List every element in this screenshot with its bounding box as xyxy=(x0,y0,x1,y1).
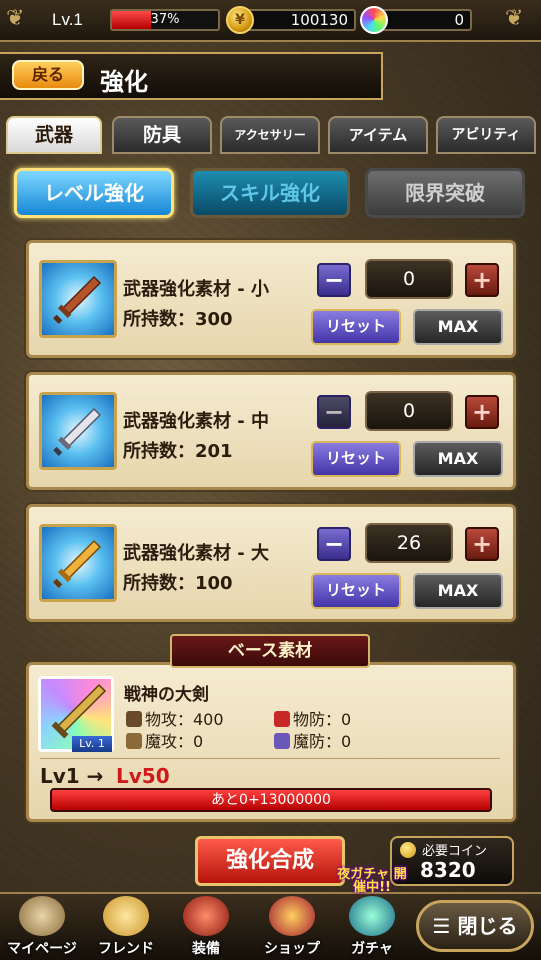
tab-item[interactable]: アイテム xyxy=(328,116,428,154)
large-material-thumb xyxy=(39,524,117,602)
material-card-medium: 武器強化素材 - 中 所持数：201 − 0 + リセット MAX xyxy=(26,372,516,490)
max-button[interactable]: MAX xyxy=(413,309,503,345)
quantity-field[interactable]: 0 xyxy=(365,259,453,299)
material-name: 武器強化素材 - 中 xyxy=(123,411,270,432)
small-material-thumb xyxy=(39,260,117,338)
ornament-icon: ❦ xyxy=(6,6,25,31)
tab-armor[interactable]: 防具 xyxy=(112,116,212,154)
stat-physical-attack: 物攻：400 xyxy=(126,706,224,730)
player-level: Lv.1 xyxy=(52,10,83,29)
material-owned: 所持数：300 xyxy=(123,309,233,330)
exp-percent: 37% xyxy=(150,12,180,27)
material-card-large: 武器強化素材 - 大 所持数：100 − 26 + リセット MAX xyxy=(26,504,516,622)
base-material-header: ベース素材 xyxy=(170,634,370,668)
decrease-button[interactable]: − xyxy=(317,395,351,429)
quantity-field[interactable]: 26 xyxy=(365,523,453,563)
material-owned: 所持数：201 xyxy=(123,441,233,462)
stat-magic-attack: 魔攻：0 xyxy=(126,728,203,752)
back-button[interactable]: 戻る xyxy=(12,60,84,90)
required-coins-label: 必要コイン xyxy=(422,844,488,859)
nav-gacha[interactable]: ガチャ xyxy=(332,896,412,960)
stat-magic-defense: 魔防：0 xyxy=(274,728,351,752)
material-owned: 所持数：100 xyxy=(123,573,233,594)
tab-weapon[interactable]: 武器 xyxy=(6,116,102,154)
page-title: 強化 xyxy=(100,68,148,96)
enhance-synthesis-button[interactable]: 強化合成 xyxy=(195,836,345,886)
quantity-field[interactable]: 0 xyxy=(365,391,453,431)
sword-icon xyxy=(53,539,102,588)
thumb-level-badge: Lv. 1 xyxy=(72,736,112,752)
divider xyxy=(40,758,500,759)
reset-button[interactable]: リセット xyxy=(311,441,401,477)
required-coins-value: 8320 xyxy=(420,858,476,882)
base-item-name: 戦神の大剣 xyxy=(124,685,209,705)
increase-button[interactable]: + xyxy=(465,527,499,561)
shop-chest-icon xyxy=(269,896,315,936)
equipment-icon xyxy=(183,896,229,936)
nav-mypage[interactable]: マイページ xyxy=(2,896,82,960)
gacha-orb-icon xyxy=(349,896,395,936)
max-button[interactable]: MAX xyxy=(413,573,503,609)
nav-friend[interactable]: フレンド xyxy=(86,896,166,960)
max-button[interactable]: MAX xyxy=(413,441,503,477)
material-name: 武器強化素材 - 小 xyxy=(123,279,270,300)
level-to: Lv50 xyxy=(116,764,170,788)
level-enhance-button[interactable]: レベル強化 xyxy=(14,168,174,218)
shield-icon xyxy=(274,711,290,727)
limit-break-button[interactable]: 限界突破 xyxy=(365,168,525,218)
decrease-button[interactable]: − xyxy=(317,263,351,297)
rainbow-gem-icon xyxy=(360,6,388,34)
sword-icon xyxy=(126,711,142,727)
nav-shop[interactable]: ショップ xyxy=(252,896,332,960)
decrease-button[interactable]: − xyxy=(317,527,351,561)
gacha-event-badge: 夜ガチャ 開催中!! xyxy=(337,867,407,895)
scroll-icon xyxy=(19,896,65,936)
exp-bar: 37% xyxy=(110,9,220,31)
sword-icon xyxy=(53,407,102,456)
reset-button[interactable]: リセット xyxy=(311,309,401,345)
tab-ability[interactable]: アビリティ xyxy=(436,116,536,154)
nav-equipment[interactable]: 装備 xyxy=(166,896,246,960)
staff-icon xyxy=(126,733,142,749)
coin-icon: ¥ xyxy=(226,6,254,34)
stat-physical-defense: 物防：0 xyxy=(274,706,351,730)
remaining-exp-bar: あと0+13000000 xyxy=(50,788,492,812)
sword-icon xyxy=(53,275,102,324)
increase-button[interactable]: + xyxy=(465,395,499,429)
medium-material-thumb xyxy=(39,392,117,470)
material-card-small: 武器強化素材 - 小 所持数：300 − 0 + リセット MAX xyxy=(26,240,516,358)
skill-enhance-button[interactable]: スキル強化 xyxy=(190,168,350,218)
tab-accessory[interactable]: アクセサリー xyxy=(220,116,320,154)
material-name: 武器強化素材 - 大 xyxy=(123,543,270,564)
increase-button[interactable]: + xyxy=(465,263,499,297)
magic-shield-icon xyxy=(274,733,290,749)
reset-button[interactable]: リセット xyxy=(311,573,401,609)
ornament-icon: ❦ xyxy=(505,6,524,31)
coin-counter: 100130 xyxy=(238,9,356,31)
friends-icon xyxy=(103,896,149,936)
close-button[interactable]: ☰ 閉じる xyxy=(416,900,534,952)
level-from: Lv1 → xyxy=(40,764,104,788)
coin-icon xyxy=(400,842,416,858)
